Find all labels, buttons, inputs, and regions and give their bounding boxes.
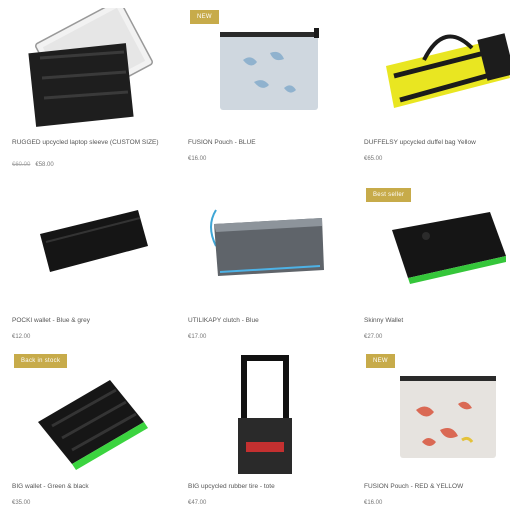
product-grid: RUGGED upcycled laptop sleeve (CUSTOM SI…	[0, 0, 510, 506]
product-price: €16.00	[364, 500, 383, 506]
product-card[interactable]: RUGGED upcycled laptop sleeve (CUSTOM SI…	[12, 8, 162, 173]
product-title[interactable]: BIG upcycled rubber tire - tote	[188, 483, 336, 491]
product-card[interactable]: Best seller Skinny Wallet €27.00	[364, 186, 510, 351]
product-price: €17.00	[188, 334, 207, 340]
product-image[interactable]	[188, 8, 338, 133]
product-image[interactable]	[188, 186, 338, 311]
product-price: €12.00	[12, 334, 31, 340]
product-card[interactable]: UTILIKAPY clutch - Blue €17.00	[188, 186, 338, 351]
product-title[interactable]: FUSION Pouch - RED & YELLOW	[364, 483, 510, 491]
product-title[interactable]: DUFFELSY upcycled duffel bag Yellow	[364, 139, 510, 147]
product-price: €47.00	[188, 500, 207, 506]
product-price: €16.00	[188, 156, 207, 162]
product-price: €27.00	[364, 334, 383, 340]
product-image[interactable]	[364, 8, 510, 133]
product-title[interactable]: Skinny Wallet	[364, 317, 510, 325]
old-price: €60.00	[12, 162, 31, 168]
product-title[interactable]: UTILIKAPY clutch - Blue	[188, 317, 336, 325]
product-image[interactable]	[12, 186, 162, 311]
product-price: €60.00 €58.00	[12, 162, 54, 168]
product-card[interactable]: Back in stock BIG wallet - Green & black…	[12, 352, 162, 517]
product-price: €65.00	[364, 156, 383, 162]
back-in-stock-badge: Back in stock	[14, 354, 68, 368]
product-card[interactable]: POCKI wallet - Blue & grey €12.00	[12, 186, 162, 351]
product-title[interactable]: RUGGED upcycled laptop sleeve (CUSTOM SI…	[12, 139, 160, 147]
product-title[interactable]: FUSION Pouch - BLUE	[188, 139, 336, 147]
product-title[interactable]: POCKI wallet - Blue & grey	[12, 317, 160, 325]
best-seller-badge: Best seller	[366, 188, 412, 202]
current-price: €58.00	[35, 162, 54, 168]
product-card[interactable]: NEW FUSION Pouch - RED & YELLOW €16.00	[364, 352, 510, 517]
product-price: €35.00	[12, 500, 31, 506]
product-title[interactable]: BIG wallet - Green & black	[12, 483, 160, 491]
product-card[interactable]: NEW FUSION Pouch - BLUE €16.00	[188, 8, 338, 173]
new-badge: NEW	[366, 354, 395, 368]
product-image[interactable]	[12, 8, 162, 133]
product-image[interactable]	[12, 352, 162, 477]
product-card[interactable]: DUFFELSY upcycled duffel bag Yellow €65.…	[364, 8, 510, 173]
product-image[interactable]	[188, 352, 338, 477]
new-badge: NEW	[190, 10, 219, 24]
product-image[interactable]	[364, 352, 510, 477]
product-image[interactable]	[364, 186, 510, 311]
product-card[interactable]: BIG upcycled rubber tire - tote €47.00	[188, 352, 338, 517]
